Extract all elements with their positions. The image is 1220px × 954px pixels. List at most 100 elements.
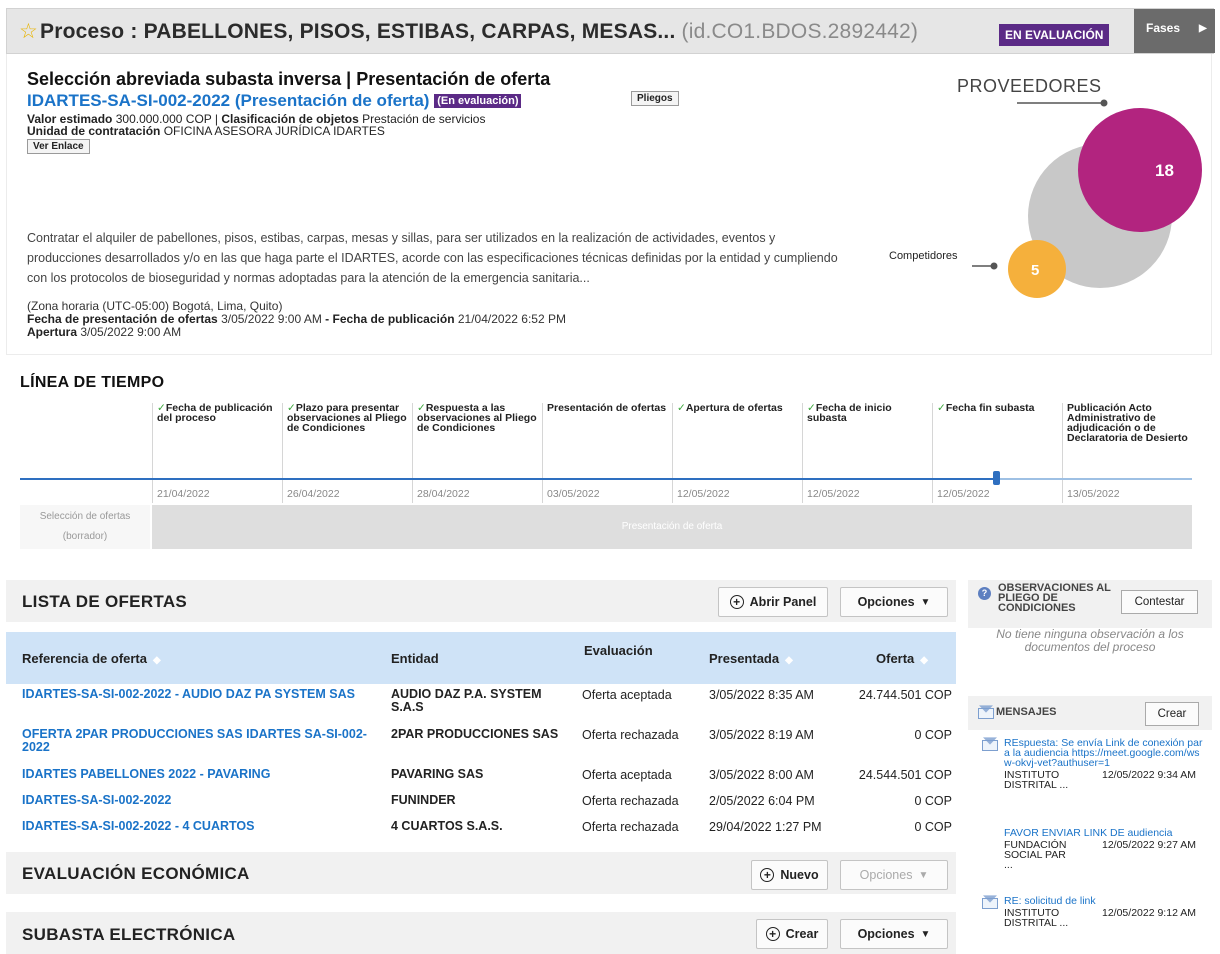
plus-circle-icon: + — [729, 595, 744, 609]
check-icon: ✓ — [937, 402, 946, 414]
phase-presentacion-oferta: Presentación de oferta — [152, 505, 1192, 549]
timeline-step-label: Publicación Acto Administrativo de adjud… — [1067, 403, 1192, 444]
offer-entity: FUNINDER — [391, 793, 456, 807]
apertura-line: Apertura 3/05/2022 9:00 AM — [27, 326, 566, 339]
providers-leader-dot — [1100, 99, 1108, 107]
offers-table-header: Referencia de oferta ◆ Entidad Evaluación… — [6, 632, 956, 684]
phase-seleccion-ofertas: Selección de ofertas (borrador) — [20, 505, 150, 549]
offers-options-dropdown[interactable]: Opciones ▼ — [840, 587, 948, 617]
timeline-step: ✓Fecha fin subasta 12/05/2022 — [932, 403, 1062, 503]
options-label: Opciones — [857, 595, 915, 609]
offer-amount: 0 COP — [914, 794, 952, 808]
new-evaluation-button[interactable]: + Nuevo — [751, 860, 828, 890]
auction-title: SUBASTA ELECTRÓNICA — [22, 925, 236, 944]
offer-amount: 24.544.501 COP — [858, 768, 952, 782]
offer-submitted-date: 3/05/2022 8:35 AM — [709, 688, 814, 702]
open-panel-button[interactable]: + Abrir Panel — [718, 587, 828, 617]
offer-amount: 0 COP — [914, 728, 952, 742]
reference-status-badge: (En evaluación) — [434, 94, 522, 108]
col-oferta[interactable]: Oferta ◆ — [876, 651, 928, 666]
timeline-step-text: Plazo para presentar observaciones al Pl… — [287, 402, 407, 434]
table-row[interactable]: IDARTES-SA-SI-002-2022 FUNINDER Oferta rec… — [6, 794, 956, 818]
dates-block: (Zona horaria (UTC-05:00) Bogotá, Lima, … — [27, 300, 566, 339]
offer-entity: PAVARING SAS — [391, 767, 484, 781]
chevron-down-icon: ▼ — [920, 928, 931, 940]
offer-reference-link[interactable]: IDARTES-SA-SI-002-2022 — [22, 794, 378, 807]
economic-options-dropdown[interactable]: Opciones ▼ — [840, 860, 948, 890]
table-row[interactable]: IDARTES-SA-SI-002-2022 - 4 CUARTOS 4 CUAR… — [6, 820, 956, 844]
offer-reference-link[interactable]: IDARTES PABELLONES 2022 - PAVARING — [22, 768, 378, 781]
options-label: Opciones — [857, 927, 915, 941]
timeline-step: ✓Apertura de ofertas 12/05/2022 — [672, 403, 802, 503]
process-reference-text: IDARTES-SA-SI-002-2022 (Presentación de … — [27, 91, 430, 110]
timeline-step-text: Apertura de ofertas — [685, 402, 783, 414]
competitors-label: Competidores — [889, 250, 958, 262]
offer-amount: 0 COP — [914, 820, 952, 834]
message-subject-link[interactable]: RE: solicitud de link — [1004, 896, 1204, 907]
process-title: ☆Proceso : PABELLONES, PISOS, ESTIBAS, C… — [19, 19, 918, 44]
sort-icon: ◆ — [153, 655, 161, 666]
auction-options-dropdown[interactable]: Opciones ▼ — [840, 919, 948, 949]
reply-button[interactable]: Contestar — [1121, 590, 1198, 614]
fases-label: Fases — [1146, 21, 1181, 35]
check-icon: ✓ — [677, 402, 686, 414]
providers-bubble — [1078, 108, 1202, 232]
message-sender: FUNDACIÓN SOCIAL PAR ... — [1004, 839, 1067, 871]
status-badge: EN EVALUACIÓN — [999, 24, 1110, 46]
message-subject-link[interactable]: REspuesta: Se envía Link de conexión par… — [1004, 738, 1204, 769]
offer-reference-link[interactable]: IDARTES-SA-SI-002-2022 - AUDIO DAZ PA SY… — [22, 688, 378, 701]
message-item[interactable]: REspuesta: Se envía Link de conexión par… — [1004, 738, 1204, 791]
create-auction-button[interactable]: + Crear — [756, 919, 828, 949]
dates-separator: - — [321, 312, 333, 326]
offer-entity: AUDIO DAZ P.A. SYSTEM S.A.S — [391, 687, 542, 714]
fecha-presentacion-value: 3/05/2022 9:00 AM — [221, 312, 322, 326]
table-row[interactable]: IDARTES-SA-SI-002-2022 - AUDIO DAZ PA SY… — [6, 687, 956, 714]
table-row[interactable]: IDARTES PABELLONES 2022 - PAVARING PAVARI… — [6, 768, 956, 792]
fases-button[interactable]: Fases ▶ — [1134, 9, 1215, 53]
offer-reference-link[interactable]: IDARTES-SA-SI-002-2022 - 4 CUARTOS — [22, 820, 378, 833]
pliegos-button[interactable]: Pliegos — [631, 91, 679, 106]
unidad-label: Unidad de contratación — [27, 124, 161, 138]
col-presentada[interactable]: Presentada ◆ — [709, 651, 793, 666]
timeline-step-label: ✓Fecha de publicación del proceso — [157, 402, 282, 424]
plus-circle-icon: + — [760, 868, 775, 882]
star-icon[interactable]: ☆ — [19, 20, 38, 43]
observations-empty-message: No tiene ninguna observación a los docum… — [996, 627, 1184, 654]
process-description: Contratar el alquiler de pabellones, pis… — [27, 231, 838, 285]
timeline-progress — [20, 478, 998, 480]
open-panel-label: Abrir Panel — [749, 595, 817, 609]
timeline-step-date: 28/04/2022 — [417, 488, 470, 500]
message-date: 12/05/2022 9:27 AM — [1102, 839, 1196, 851]
envelope-icon — [978, 708, 994, 719]
fecha-publicacion-label: Fecha de publicación — [332, 312, 455, 326]
message-item[interactable]: FAVOR ENVIAR LINK DE audiencia FUNDACIÓN … — [1004, 828, 1204, 871]
offer-entity: 4 CUARTOS S.A.S. — [391, 819, 503, 833]
chevron-right-icon: ▶ — [1199, 23, 1207, 34]
timeline-step-text: Fecha de inicio subasta — [807, 402, 892, 424]
offer-evaluation: Oferta rechazada — [582, 820, 679, 834]
competitors-leader-dot — [990, 262, 998, 270]
offer-reference-link[interactable]: OFERTA 2PAR PRODUCCIONES SAS IDARTES SA-… — [22, 728, 378, 754]
ver-enlace-button[interactable]: Ver Enlace — [27, 139, 90, 154]
create-message-button[interactable]: Crear — [1145, 702, 1199, 726]
timeline-step-label: ✓Fecha fin subasta — [937, 402, 1062, 414]
timeline-step-date: 21/04/2022 — [157, 488, 210, 500]
timeline-step-text: Fecha de publicación del proceso — [157, 402, 273, 424]
timeline-step: ✓Fecha de publicación del proceso 21/04/2… — [152, 403, 282, 503]
timeline-step-label: ✓Respuesta a las observaciones al Pliego… — [417, 403, 542, 434]
message-subject-link[interactable]: FAVOR ENVIAR LINK DE audiencia — [1004, 828, 1204, 839]
col-referencia[interactable]: Referencia de oferta ◆ — [22, 651, 161, 666]
apertura-label: Apertura — [27, 325, 78, 339]
process-title-text: Proceso : PABELLONES, PISOS, ESTIBAS, CA… — [40, 20, 676, 43]
table-row[interactable]: OFERTA 2PAR PRODUCCIONES SAS IDARTES SA-… — [6, 728, 956, 754]
message-item[interactable]: RE: solicitud de link INSTITUTO DISTRITAL… — [1004, 896, 1204, 929]
offer-submitted-date: 2/05/2022 6:04 PM — [709, 794, 815, 808]
offer-evaluation: Oferta aceptada — [582, 688, 672, 702]
timeline-track — [20, 478, 1192, 480]
messages-header: MENSAJES Crear — [968, 696, 1212, 730]
timeline-step-text: Presentación de ofertas — [547, 402, 667, 414]
col-evaluacion: Evaluación — [584, 643, 653, 658]
message-meta: INSTITUTO DISTRITAL ... 12/05/2022 9:12 A… — [1004, 908, 1204, 929]
timeline-current-marker[interactable] — [993, 471, 1000, 485]
timeline-step-label: Presentación de ofertas — [547, 402, 672, 414]
